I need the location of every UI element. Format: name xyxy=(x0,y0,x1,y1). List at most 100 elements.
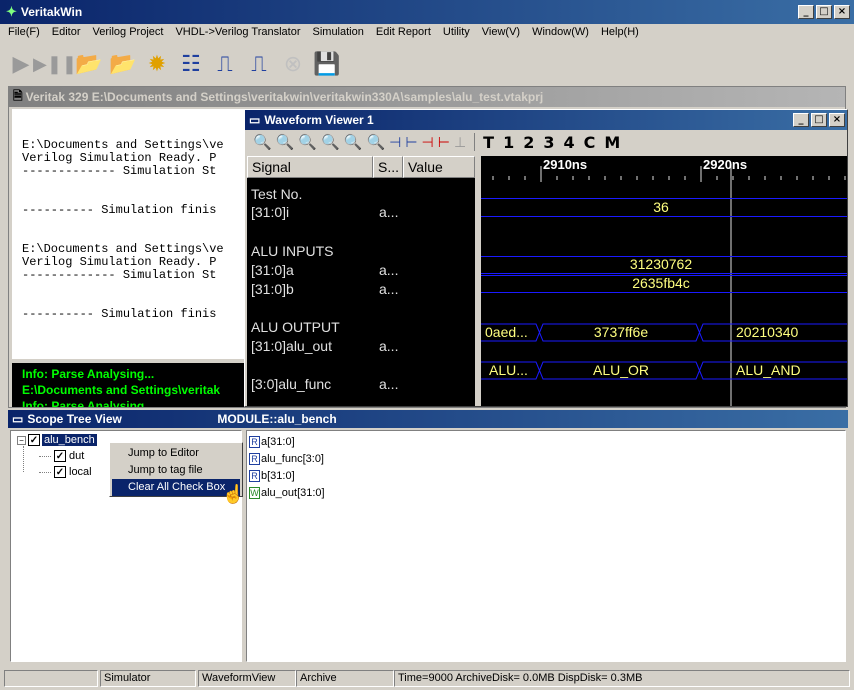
module-label: MODULE::alu_bench xyxy=(217,412,337,426)
signal-list-item[interactable]: Rb[31:0] xyxy=(249,467,843,484)
waveform-icon[interactable]: ⎍ xyxy=(208,47,242,81)
signal-name[interactable]: ALU INPUTS xyxy=(251,243,333,259)
local-checkbox[interactable]: ✓ xyxy=(54,466,66,478)
pin-icon[interactable]: ⊥ xyxy=(454,134,466,151)
menu-jump-tag[interactable]: Jump to tag file xyxy=(112,462,240,479)
signal-panel: Signal S... Value Test No. [31:0]i a... ALU… xyxy=(247,156,475,406)
edge-next-icon[interactable]: ⊢ xyxy=(405,134,417,151)
console-output: E:\Documents and Settings\ve Verilog Simu… xyxy=(12,109,252,359)
menu-item[interactable]: File(F) xyxy=(2,23,46,41)
step-icon[interactable]: ▶❚❚ xyxy=(33,47,77,81)
hand-cursor-icon: ☝ xyxy=(222,484,245,504)
menu-item[interactable]: Utility xyxy=(437,23,476,41)
minimize-button[interactable]: _ xyxy=(798,5,814,19)
toolbar: ▶ ▶❚❚ 📂 📂 ✹ ☷ ⎍ ⎍ ⊗ 💾 xyxy=(4,45,394,83)
wave-out-1: 0aed... xyxy=(485,324,528,340)
signal-s: a... xyxy=(379,338,399,354)
console-line: ---------- Simulation finis xyxy=(22,203,217,217)
tree-root[interactable]: alu_bench xyxy=(42,434,97,446)
console-line: ---------- Simulation finis xyxy=(22,307,217,321)
menu-item[interactable]: View(V) xyxy=(476,23,526,41)
wave-panel: 2910ns 2920ns 36 31230762 2635fb4c 0aed.… xyxy=(481,156,847,406)
project-title: Veritak 329 E:\Documents and Settings\ve… xyxy=(25,90,544,104)
signal-list-item[interactable]: Ralu_func[3:0] xyxy=(249,450,843,467)
app-logo-icon: ✦ xyxy=(6,4,17,19)
menu-item[interactable]: Editor xyxy=(46,23,87,41)
signal-name[interactable]: [3:0]alu_func xyxy=(251,376,331,392)
menu-item[interactable]: Window(W) xyxy=(526,23,595,41)
menu-bar: File(F) Editor Verilog Project VHDL->Verilo… xyxy=(2,23,852,41)
edge-prev-icon[interactable]: ⊣ xyxy=(389,134,401,151)
maximize-button[interactable]: □ xyxy=(816,5,832,19)
wave-maximize-button[interactable]: □ xyxy=(811,113,827,127)
app-title: VeritakWin xyxy=(20,5,83,19)
signal-name[interactable]: Test No. xyxy=(251,186,302,202)
menu-item[interactable]: VHDL->Verilog Translator xyxy=(169,23,306,41)
hierarchy-icon[interactable]: ☷ xyxy=(174,47,208,81)
signal-list-label: alu_out[31:0] xyxy=(261,486,325,499)
signal-list-label: alu_func[3:0] xyxy=(261,452,324,465)
marker-button[interactable]: 3 xyxy=(543,133,554,152)
marker-button[interactable]: T xyxy=(483,133,494,152)
signal-header[interactable]: Signal xyxy=(247,156,373,178)
zoom-next-icon[interactable]: 🔍 xyxy=(344,133,363,151)
signal-s: a... xyxy=(379,281,399,297)
menu-item[interactable]: Simulation xyxy=(307,23,370,41)
signal-name[interactable]: [31:0]b xyxy=(251,281,294,297)
wave-close-button[interactable]: × xyxy=(829,113,845,127)
marker-button[interactable]: C xyxy=(584,133,596,152)
menu-item[interactable]: Edit Report xyxy=(370,23,437,41)
tree-item-local[interactable]: local xyxy=(69,466,92,478)
gear-icon[interactable]: ✹ xyxy=(140,47,174,81)
signal-name[interactable]: [31:0]a xyxy=(251,262,294,278)
menu-item[interactable]: Help(H) xyxy=(595,23,645,41)
reg-icon: R xyxy=(249,469,260,482)
signal-list-panel: Ra[31:0] Ralu_func[3:0] Rb[31:0] Walu_out[3… xyxy=(246,430,846,662)
open-project-icon[interactable]: 📂 xyxy=(72,47,106,81)
signal-name[interactable]: [31:0]i xyxy=(251,204,289,220)
dut-checkbox[interactable]: ✓ xyxy=(54,450,66,462)
wire-icon: W xyxy=(249,486,260,499)
marker-prev-icon[interactable]: ⊣ xyxy=(422,134,434,151)
wave-minimize-button[interactable]: _ xyxy=(793,113,809,127)
status-pane-0 xyxy=(4,670,98,687)
info-line: E:\Documents and Settings\veritak xyxy=(22,383,221,397)
value-header[interactable]: Value xyxy=(403,156,475,178)
app-titlebar: ✦ VeritakWin _ □ × xyxy=(0,0,854,24)
marker-next-icon[interactable]: ⊢ xyxy=(438,134,450,151)
console-line: ------------- Simulation St xyxy=(22,164,217,178)
window-icon: ▭ xyxy=(12,412,24,426)
marker-button[interactable]: 4 xyxy=(563,133,574,152)
menu-item[interactable]: Verilog Project xyxy=(87,23,170,41)
wave-out-3: 20210340 xyxy=(736,324,799,340)
marker-button[interactable]: M xyxy=(604,133,620,152)
collapse-icon[interactable]: − xyxy=(17,435,26,445)
close-button[interactable]: × xyxy=(834,5,850,19)
marker-button[interactable]: 2 xyxy=(523,133,534,152)
signal-list-item[interactable]: Ra[31:0] xyxy=(249,433,843,450)
tree-item-dut[interactable]: dut xyxy=(69,450,84,462)
save-icon[interactable]: 💾 xyxy=(310,47,344,81)
add-signal-icon[interactable]: ⎍ xyxy=(242,47,276,81)
status-archive: Archive xyxy=(296,670,394,687)
wave-func-1: ALU... xyxy=(489,362,528,378)
compile-run-icon[interactable]: 📂 xyxy=(106,47,140,81)
signal-name[interactable]: ALU OUTPUT xyxy=(251,319,340,335)
s-header[interactable]: S... xyxy=(373,156,403,178)
stop-icon[interactable]: ⊗ xyxy=(276,47,310,81)
zoom-fit-icon[interactable]: 🔍 xyxy=(298,133,317,151)
signal-name[interactable]: [31:0]alu_out xyxy=(251,338,332,354)
zoom-cursor-icon[interactable]: 🔍 xyxy=(366,133,385,151)
signal-list-label: b[31:0] xyxy=(261,469,295,482)
zoom-in-icon[interactable]: 🔍 xyxy=(253,133,272,151)
root-checkbox[interactable]: ✓ xyxy=(28,434,40,446)
zoom-out-icon[interactable]: 🔍 xyxy=(276,133,295,151)
menu-jump-editor[interactable]: Jump to Editor xyxy=(112,445,240,462)
marker-button[interactable]: 1 xyxy=(503,133,514,152)
menu-clear-checkbox[interactable]: Clear All Check Box xyxy=(112,479,240,496)
signal-list-item[interactable]: Walu_out[31:0] xyxy=(249,484,843,501)
status-time: Time=9000 ArchiveDisk= 0.0MB DispDisk= 0… xyxy=(394,670,850,687)
zoom-prev-icon[interactable]: 🔍 xyxy=(321,133,340,151)
